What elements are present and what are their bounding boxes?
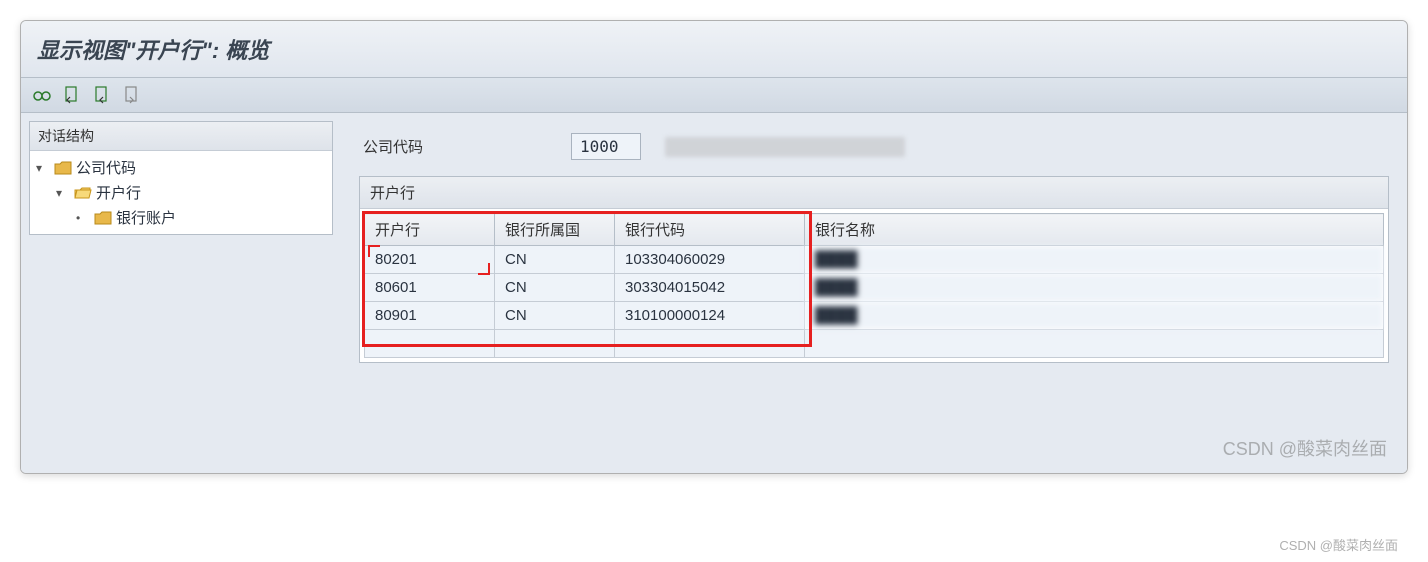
toolbar	[21, 78, 1407, 113]
cell-empty[interactable]	[615, 330, 805, 358]
cell-country[interactable]: CN	[495, 246, 615, 274]
col-country[interactable]: 银行所属国	[495, 214, 615, 246]
cell-country[interactable]: CN	[495, 302, 615, 330]
page-title: 显示视图"开户行": 概览	[37, 33, 1391, 65]
table-wrap: 开户行 银行所属国 银行代码 银行名称 80201 CN 10330406002…	[360, 209, 1388, 362]
sap-window: 显示视图"开户行": 概览 对话结构 ▾	[20, 20, 1408, 474]
title-bar: 显示视图"开户行": 概览	[21, 21, 1407, 78]
table-section: 开户行 开户行 银行所属国 银行代码 银行名称	[359, 176, 1389, 363]
tree-node-opening-bank[interactable]: ▾ 开户行	[36, 180, 326, 205]
chevron-down-icon[interactable]: ▾	[56, 186, 70, 200]
cell-bank[interactable]: 80601	[365, 274, 495, 302]
tree-label: 银行账户	[116, 207, 176, 228]
col-bank[interactable]: 开户行	[365, 214, 495, 246]
cell-empty[interactable]	[495, 330, 615, 358]
cell-code[interactable]: 303304015042	[615, 274, 805, 302]
document-next-icon[interactable]	[121, 84, 143, 106]
table-row[interactable]: 80601 CN 303304015042 ████	[365, 274, 1384, 302]
cell-name-redacted: ████	[805, 302, 1384, 330]
tree-header: 对话结构	[30, 122, 332, 151]
tree-panel: 对话结构 ▾ 公司代码 ▾ 开户行	[29, 121, 333, 235]
cell-bank[interactable]: 80901	[365, 302, 495, 330]
table-row[interactable]: 80901 CN 310100000124 ████	[365, 302, 1384, 330]
chevron-down-icon[interactable]: ▾	[36, 161, 50, 175]
data-table: 开户行 银行所属国 银行代码 银行名称 80201 CN 10330406002…	[364, 213, 1384, 358]
outer-watermark: CSDN @酸菜肉丝面	[1279, 535, 1398, 554]
tree: ▾ 公司代码 ▾ 开户行 •	[30, 151, 332, 234]
table-row[interactable]: 80201 CN 103304060029 ████	[365, 246, 1384, 274]
tree-node-bank-account[interactable]: • 银行账户	[36, 205, 326, 230]
cell-empty[interactable]	[365, 330, 495, 358]
form-row: 公司代码 1000	[359, 125, 1389, 176]
cell-bank[interactable]: 80201	[365, 246, 495, 274]
cell-name-redacted: ████	[805, 246, 1384, 274]
glasses-icon[interactable]	[31, 84, 53, 106]
bullet-icon: •	[76, 211, 90, 225]
cell-code[interactable]: 310100000124	[615, 302, 805, 330]
table-row-empty[interactable]	[365, 330, 1384, 358]
document-first-icon[interactable]	[61, 84, 83, 106]
col-bank-code[interactable]: 银行代码	[615, 214, 805, 246]
cell-empty[interactable]	[805, 330, 1384, 358]
sidebar: 对话结构 ▾ 公司代码 ▾ 开户行	[21, 113, 341, 473]
document-prev-icon[interactable]	[91, 84, 113, 106]
company-code-label: 公司代码	[363, 136, 423, 157]
folder-open-icon	[74, 186, 92, 200]
redacted-text	[665, 137, 905, 157]
folder-closed-icon	[54, 161, 72, 175]
tree-node-company-code[interactable]: ▾ 公司代码	[36, 155, 326, 180]
cell-country[interactable]: CN	[495, 274, 615, 302]
col-bank-name[interactable]: 银行名称	[805, 214, 1384, 246]
tree-label: 公司代码	[76, 157, 136, 178]
cell-name-redacted: ████	[805, 274, 1384, 302]
tree-label: 开户行	[96, 182, 141, 203]
cell-code[interactable]: 103304060029	[615, 246, 805, 274]
table-header-row: 开户行 银行所属国 银行代码 银行名称	[365, 214, 1384, 246]
section-header: 开户行	[360, 177, 1388, 209]
main-area: 对话结构 ▾ 公司代码 ▾ 开户行	[21, 113, 1407, 473]
folder-closed-icon	[94, 211, 112, 225]
content-area: 公司代码 1000 开户行 开户行 银行所属国 银行代码 银行名称	[341, 113, 1407, 473]
company-code-field[interactable]: 1000	[571, 133, 641, 160]
